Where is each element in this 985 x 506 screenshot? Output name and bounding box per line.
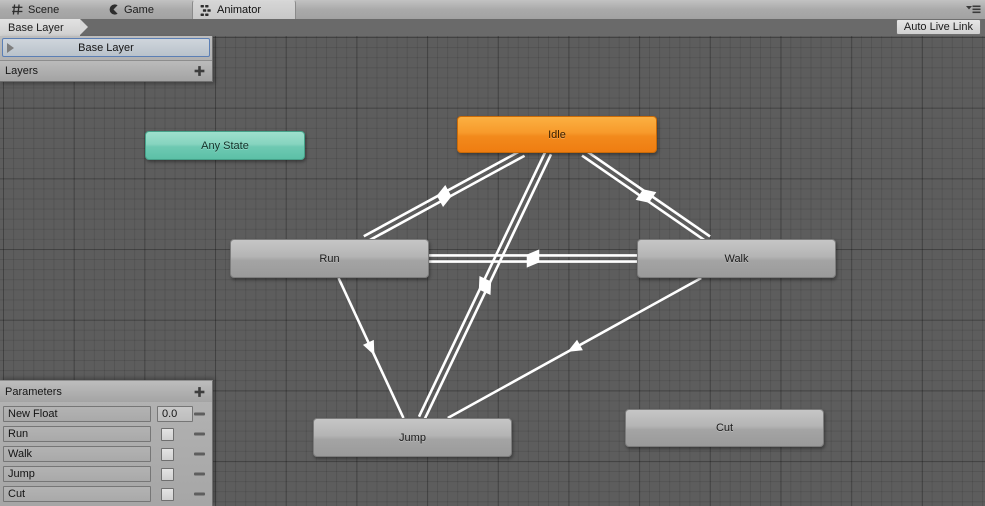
parameter-row: Jump <box>0 464 212 484</box>
gamepad-icon <box>107 3 120 16</box>
parameter-name-field[interactable]: New Float <box>3 406 151 422</box>
layers-panel: Base Layer Layers <box>0 36 213 82</box>
state-node-run[interactable]: Run <box>230 239 429 278</box>
remove-parameter-button[interactable] <box>194 412 205 416</box>
state-node-label: Idle <box>548 128 566 141</box>
state-node-jump[interactable]: Jump <box>313 418 512 457</box>
parameter-row: New Float 0.0 <box>0 404 212 424</box>
state-node-idle[interactable]: Idle <box>457 116 657 153</box>
parameter-row: Run <box>0 424 212 444</box>
remove-parameter-button[interactable] <box>194 472 205 476</box>
transition-idle-run[interactable] <box>363 149 526 243</box>
transition-run-jump[interactable] <box>337 277 405 419</box>
window-tab-bar: Scene Game Animator <box>0 0 985 20</box>
parameter-row: Walk <box>0 444 212 464</box>
transition-walk-jump[interactable] <box>447 276 702 420</box>
parameters-panel: Parameters New Float 0.0 Run Walk Jump Cut <box>0 380 213 506</box>
animator-icon <box>200 4 213 17</box>
tab-animator[interactable]: Animator <box>192 0 296 19</box>
breadcrumb-label: Base Layer <box>8 21 64 34</box>
state-node-cut[interactable]: Cut <box>625 409 824 447</box>
layer-item-label: Base Layer <box>78 41 134 54</box>
parameter-checkbox[interactable] <box>161 487 174 501</box>
parameters-header-label: Parameters <box>5 385 62 398</box>
layer-item-base-layer[interactable]: Base Layer <box>2 38 210 57</box>
parameter-checkbox[interactable] <box>161 467 174 481</box>
tab-game[interactable]: Game <box>100 0 166 19</box>
parameter-name-field[interactable]: Cut <box>3 486 151 502</box>
state-node-any[interactable]: Any State <box>145 131 305 160</box>
state-node-label: Jump <box>399 431 426 444</box>
layers-header-label: Layers <box>5 65 39 77</box>
expander-triangle-icon[interactable] <box>7 42 14 53</box>
parameter-name-field[interactable]: Walk <box>3 446 151 462</box>
parameter-checkbox[interactable] <box>161 447 174 461</box>
parameter-name-field[interactable]: Run <box>3 426 151 442</box>
state-node-label: Any State <box>201 139 249 152</box>
tab-label: Animator <box>217 4 262 16</box>
transition-idle-walk[interactable] <box>581 149 711 243</box>
auto-live-link-button[interactable]: Auto Live Link <box>895 19 981 35</box>
auto-live-link-label: Auto Live Link <box>903 21 973 33</box>
grid-icon <box>11 3 24 16</box>
remove-parameter-button[interactable] <box>194 452 205 456</box>
add-layer-button[interactable] <box>193 65 206 78</box>
tab-scene[interactable]: Scene <box>4 0 70 19</box>
parameters-header: Parameters <box>0 381 212 402</box>
parameter-checkbox[interactable] <box>161 427 174 441</box>
parameters-list: New Float 0.0 Run Walk Jump Cut <box>0 404 212 504</box>
tab-label: Scene <box>28 3 60 16</box>
transition-run-walk[interactable] <box>429 249 637 268</box>
remove-parameter-button[interactable] <box>194 432 205 436</box>
remove-parameter-button[interactable] <box>194 492 205 496</box>
animator-window: Scene Game Animator Base Layer Any State Id… <box>0 0 985 506</box>
breadcrumb-bar: Base Layer <box>0 19 985 36</box>
breadcrumb-base-layer[interactable]: Base Layer <box>0 19 88 36</box>
state-node-label: Cut <box>715 422 734 434</box>
state-node-label: Walk <box>724 252 749 265</box>
parameter-value-field[interactable]: 0.0 <box>157 406 193 422</box>
tab-label: Game <box>124 3 154 16</box>
parameter-name-field[interactable]: Jump <box>3 466 151 482</box>
state-node-label: Run <box>319 252 340 265</box>
transition-idle-jump[interactable] <box>417 151 553 420</box>
parameter-row: Cut <box>0 484 212 504</box>
window-options-icon[interactable] <box>962 2 982 16</box>
state-node-walk[interactable]: Walk <box>637 239 836 278</box>
layers-header: Layers <box>0 60 212 81</box>
add-parameter-button[interactable] <box>193 385 206 398</box>
